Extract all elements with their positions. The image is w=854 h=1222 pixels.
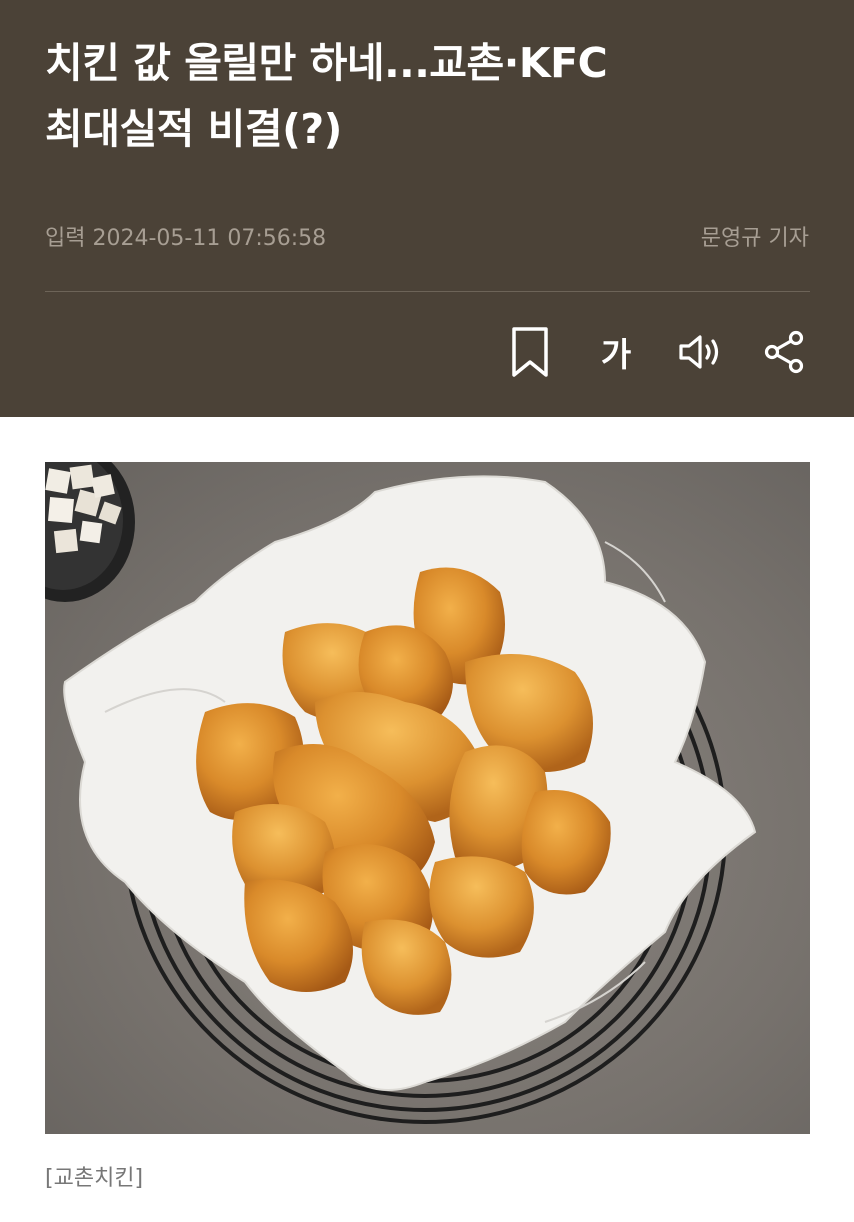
audio-button[interactable] — [671, 322, 731, 382]
reporter-name: 문영규 기자 — [700, 226, 809, 251]
article-toolbar: 가 — [0, 322, 854, 382]
title-line-2: 최대실적 비결(?) — [45, 105, 342, 153]
header-divider — [45, 291, 810, 292]
publish-date: 입력 2024-05-11 07:56:58 — [45, 226, 327, 251]
title-line-1: 치킨 값 올릴만 하네...교촌·KFC — [45, 39, 608, 87]
bookmark-icon — [512, 327, 548, 377]
share-button[interactable] — [755, 322, 815, 382]
article-photo — [45, 462, 810, 1134]
article-title: 치킨 값 올릴만 하네...교촌·KFC 최대실적 비결(?) — [45, 30, 825, 162]
share-icon — [764, 330, 804, 374]
radish-bowl — [45, 462, 135, 602]
font-size-label: 가 — [600, 335, 632, 374]
photo-caption: [교촌치킨] — [45, 1166, 144, 1191]
fried-chicken-photo — [45, 462, 757, 1124]
speaker-icon — [679, 335, 719, 369]
font-size-button[interactable]: 가 — [586, 322, 646, 382]
article-header: 치킨 값 올릴만 하네...교촌·KFC 최대실적 비결(?) 입력 2024-… — [0, 0, 854, 417]
bookmark-button[interactable] — [500, 322, 560, 382]
